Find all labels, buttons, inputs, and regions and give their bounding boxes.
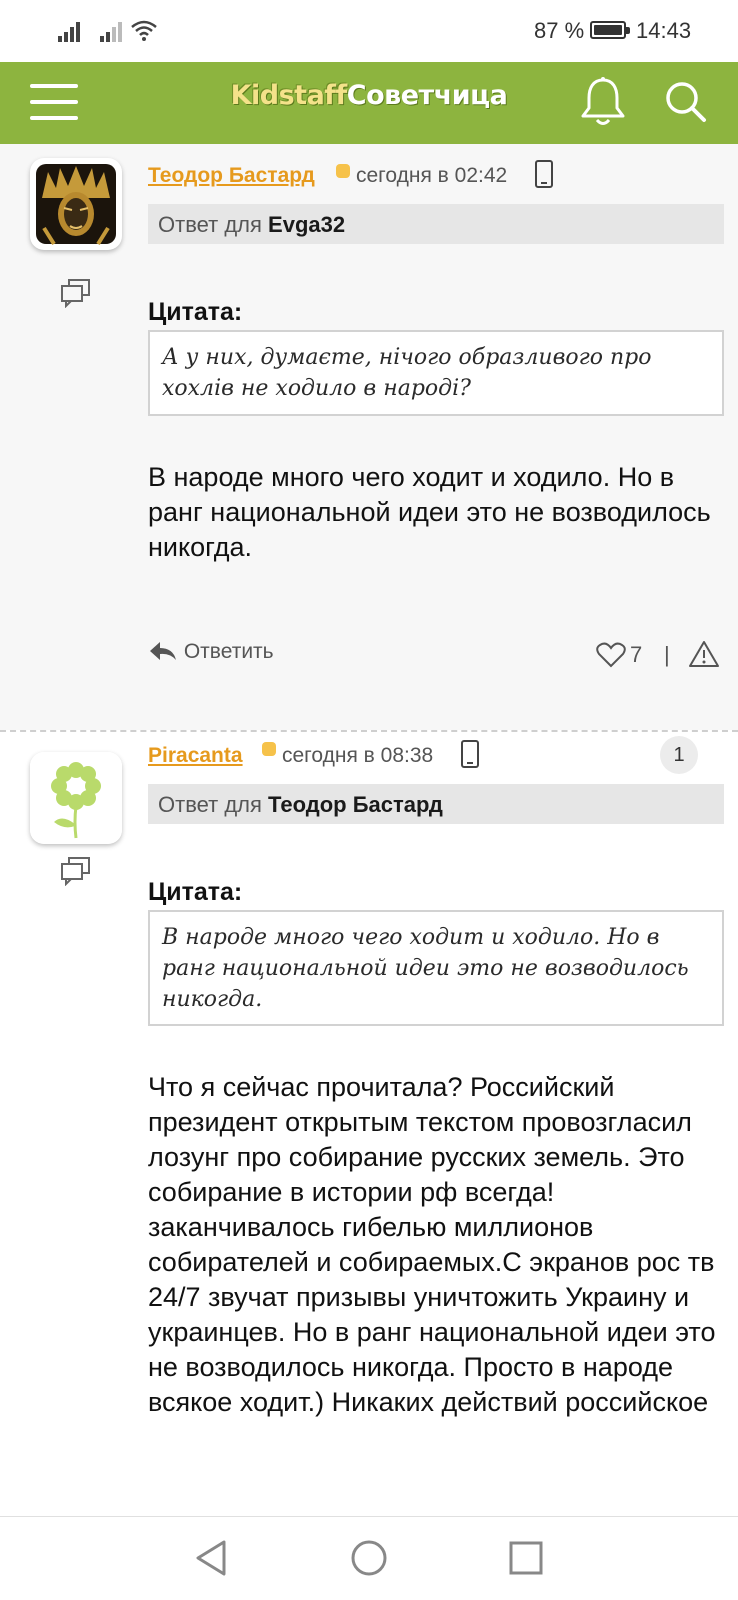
home-icon[interactable] [350, 1539, 388, 1577]
avatar[interactable] [30, 158, 122, 250]
chat-icon[interactable] [60, 856, 92, 886]
site-logo[interactable]: KidstaffСоветчица [0, 80, 738, 111]
back-icon[interactable] [194, 1539, 230, 1577]
brand-part2: Советчица [346, 80, 508, 111]
app-bar: KidstaffСоветчица [0, 62, 738, 144]
avatar[interactable] [30, 752, 122, 844]
brand-part1: Kidstaff [230, 80, 348, 111]
quote-label: Цитата: [148, 298, 243, 326]
wifi-icon [131, 20, 157, 41]
recents-icon[interactable] [508, 1539, 544, 1577]
post: Piracanta сегодня в 08:38 1 Ответ для Те… [0, 732, 738, 1512]
online-status-icon [262, 742, 276, 756]
search-icon[interactable] [664, 80, 708, 124]
post-body: Что я сейчас прочитала? Российский прези… [148, 1072, 716, 1417]
system-nav-bar [0, 1516, 738, 1600]
online-status-icon [336, 164, 350, 178]
post-body: В народе много чего ходит и ходило. Но в… [148, 462, 711, 562]
avatar-image [36, 164, 116, 246]
post-time: сегодня в 08:38 [282, 744, 434, 767]
chat-icon[interactable] [60, 278, 92, 308]
reply-to-user[interactable]: Теодор Бастард [268, 792, 443, 817]
battery-percent: 87 % [534, 18, 585, 43]
quote-block: В народе много чего ходит и ходило. Но в… [148, 910, 724, 1026]
clock: 14:43 [636, 18, 692, 43]
report-warning-icon[interactable] [688, 640, 720, 668]
post-author[interactable]: Теодор Бастард [148, 164, 315, 188]
reply-button[interactable]: Ответить [148, 640, 274, 664]
reply-arrow-icon [150, 642, 176, 660]
reply-label: Ответить [183, 640, 274, 663]
reply-to-prefix: Ответ для [158, 792, 262, 817]
reply-to-bar: Ответ для Evga32 [148, 204, 724, 244]
heart-icon[interactable] [596, 642, 626, 668]
reply-to-user[interactable]: Evga32 [268, 212, 345, 237]
bell-icon[interactable] [580, 76, 626, 128]
status-bar: 87 % 14:43 [0, 0, 738, 62]
post: Теодор Бастард сегодня в 02:42 Ответ для… [0, 144, 738, 730]
quote-block: А у них, думаєте, нічого образливого про… [148, 330, 724, 416]
reply-to-bar: Ответ для Теодор Бастард [148, 784, 724, 824]
quote-label: Цитата: [148, 878, 243, 906]
mobile-device-icon [535, 160, 553, 188]
reply-count-badge[interactable]: 1 [660, 736, 698, 774]
avatar-image [30, 752, 122, 844]
battery-icon [590, 21, 630, 39]
post-time: сегодня в 02:42 [356, 164, 508, 187]
signal-icon [100, 22, 122, 42]
signal-icon [58, 22, 80, 42]
action-separator: | [664, 642, 670, 667]
reply-to-prefix: Ответ для [158, 212, 262, 237]
post-author[interactable]: Piracanta [148, 744, 243, 768]
like-count: 7 [630, 642, 643, 667]
mobile-device-icon [461, 740, 479, 768]
